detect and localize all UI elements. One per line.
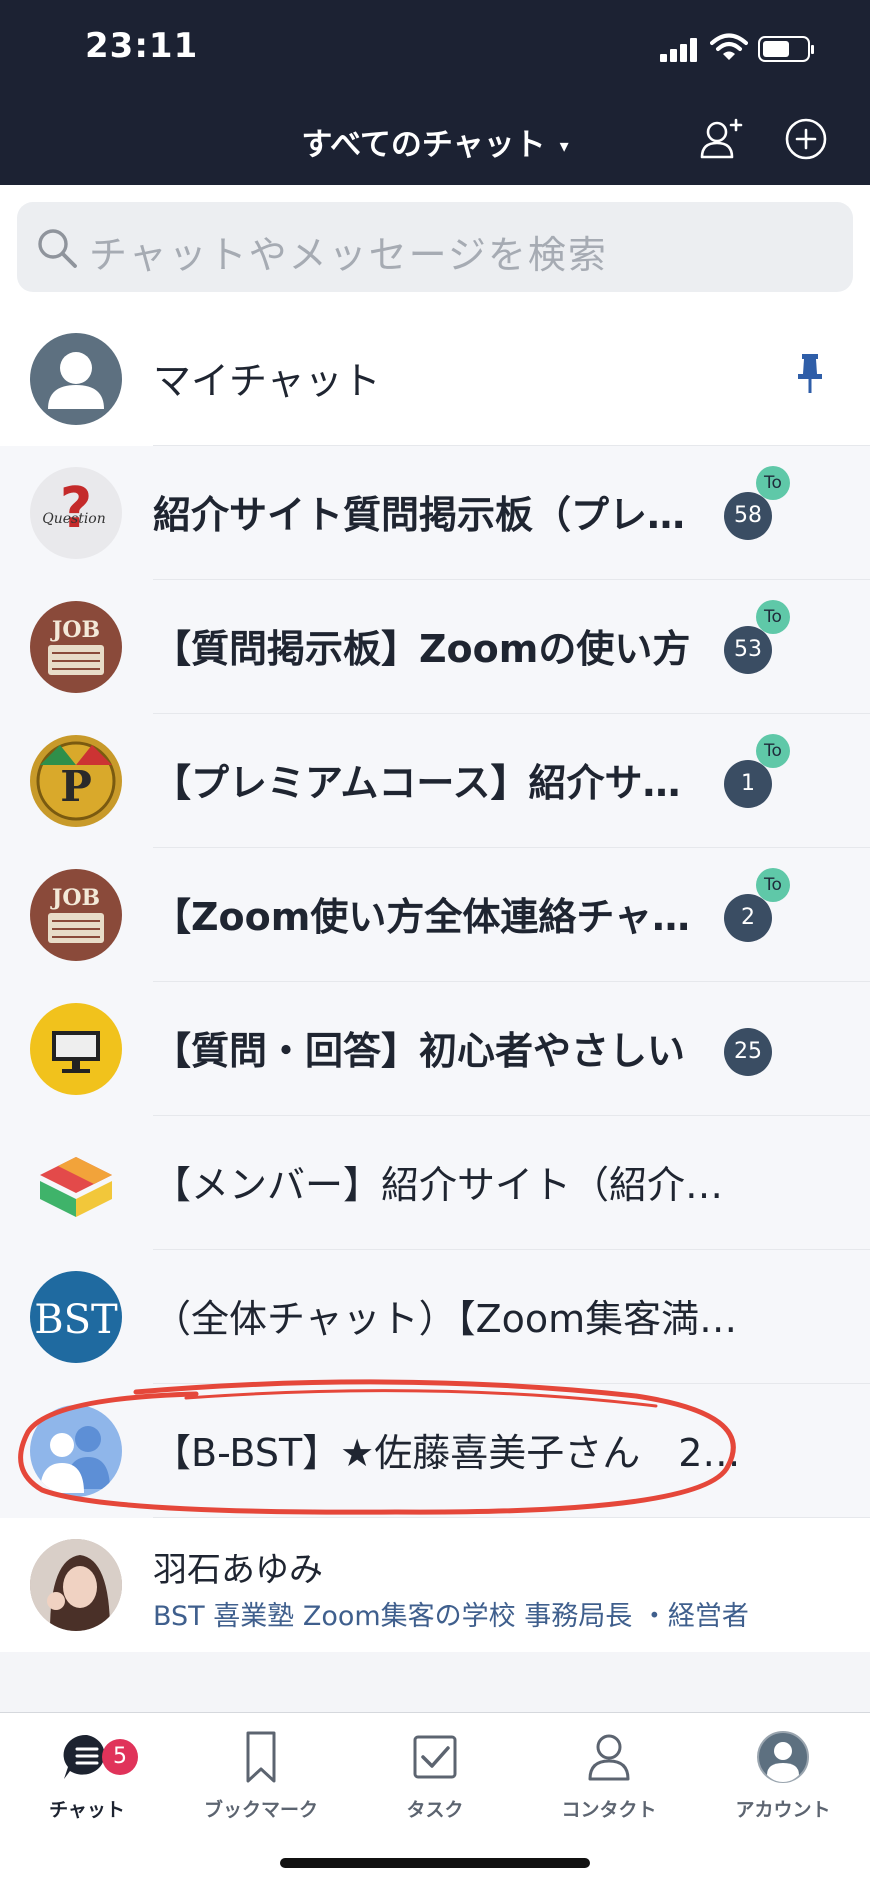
contact-icon bbox=[580, 1729, 638, 1785]
tab-label: コンタクト bbox=[561, 1799, 657, 1821]
chat-row[interactable]: BST （全体チャット）【Zoom集客満員御礼】 bbox=[0, 1250, 870, 1384]
chat-row-highlighted[interactable]: 【B-BST】★佐藤喜美子さん 24... bbox=[0, 1379, 870, 1518]
to-badge: To bbox=[756, 868, 790, 902]
avatar bbox=[30, 1539, 122, 1631]
svg-text:BST: BST bbox=[34, 1297, 118, 1343]
chat-row[interactable]: 【質問・回答】初心者やさしい 25 bbox=[0, 982, 870, 1116]
clock: 23:11 bbox=[85, 26, 199, 66]
tab-account[interactable]: アカウント bbox=[696, 1729, 870, 1822]
chat-name: 【質問掲示板】Zoomの使い方 bbox=[153, 627, 691, 671]
svg-text:JOB: JOB bbox=[50, 617, 100, 643]
tab-chat[interactable]: チャット 5 bbox=[0, 1729, 174, 1822]
to-badge: To bbox=[756, 734, 790, 768]
chat-row-my-chat[interactable]: マイチャット bbox=[0, 312, 870, 446]
tab-bookmark[interactable]: ブックマーク bbox=[174, 1729, 348, 1822]
tab-contact[interactable]: コンタクト bbox=[522, 1729, 696, 1822]
chat-list: マイチャット ?Question 紹介サイト質問掲示板（プレミアムコース） 58… bbox=[0, 312, 870, 1652]
add-contact-icon[interactable] bbox=[697, 115, 747, 165]
wifi-icon bbox=[710, 33, 748, 60]
tab-task[interactable]: タスク bbox=[348, 1729, 522, 1822]
to-badge: To bbox=[756, 466, 790, 500]
chat-name: 羽石あゆみ bbox=[153, 1550, 323, 1590]
chat-name: 【B-BST】★佐藤喜美子さん 24... bbox=[153, 1431, 753, 1475]
svg-text:?: ? bbox=[60, 476, 92, 541]
avatar: ? Question bbox=[30, 467, 122, 559]
svg-text:Question: Question bbox=[42, 511, 106, 527]
home-indicator bbox=[280, 1858, 590, 1868]
search-area: チャットやメッセージを検索 bbox=[0, 185, 870, 313]
tab-label: チャット bbox=[49, 1799, 125, 1821]
chat-row[interactable]: JOB 【質問掲示板】Zoomの使い方 53 To bbox=[0, 580, 870, 714]
tab-label: アカウント bbox=[735, 1799, 831, 1821]
avatar bbox=[30, 1405, 122, 1497]
bookmark-icon bbox=[232, 1729, 290, 1785]
search-input[interactable]: チャットやメッセージを検索 bbox=[17, 202, 853, 292]
unread-badge: 58 bbox=[724, 492, 772, 540]
avatar: P bbox=[30, 735, 122, 827]
avatar bbox=[30, 333, 122, 425]
status-bar: 23:11 bbox=[0, 0, 870, 95]
unread-badge: 53 bbox=[724, 626, 772, 674]
chat-subtitle: BST 喜業塾 Zoom集客の学校 事務局長 ・経営者 bbox=[153, 1601, 749, 1632]
chat-name: マイチャット bbox=[153, 359, 381, 403]
avatar: BST bbox=[30, 1271, 122, 1363]
avatar bbox=[30, 1137, 122, 1229]
avatar: JOB bbox=[30, 869, 122, 961]
chat-name: 【メンバー】紹介サイト（紹介サイト） bbox=[153, 1163, 753, 1207]
chat-row[interactable]: ?Question 紹介サイト質問掲示板（プレミアムコース） 58 To bbox=[0, 446, 870, 580]
chat-row[interactable]: 【メンバー】紹介サイト（紹介サイト） bbox=[0, 1116, 870, 1250]
chat-row[interactable]: JOB 【Zoom使い方全体連絡チャット】 2 To bbox=[0, 848, 870, 982]
task-icon bbox=[406, 1729, 464, 1785]
svg-text:P: P bbox=[60, 762, 92, 811]
chat-name: 【プレミアムコース】紹介サイト bbox=[153, 761, 693, 805]
new-chat-icon[interactable] bbox=[781, 115, 831, 165]
search-icon bbox=[38, 229, 77, 268]
avatar: JOB bbox=[30, 601, 122, 693]
unread-badge: 2 bbox=[724, 894, 772, 942]
chat-name: （全体チャット）【Zoom集客満員御礼】 bbox=[153, 1297, 753, 1341]
header-title: すべてのチャット bbox=[301, 127, 546, 163]
search-placeholder: チャットやメッセージを検索 bbox=[89, 233, 608, 277]
account-icon bbox=[754, 1729, 812, 1785]
chat-name: 【Zoom使い方全体連絡チャット】 bbox=[153, 895, 693, 939]
signal-icon bbox=[660, 38, 700, 62]
to-badge: To bbox=[756, 600, 790, 634]
tab-label: ブックマーク bbox=[203, 1799, 318, 1821]
unread-badge: 1 bbox=[724, 760, 772, 808]
chat-row[interactable]: 羽石あゆみ BST 喜業塾 Zoom集客の学校 事務局長 ・経営者 bbox=[0, 1518, 870, 1652]
chevron-down-icon: ▾ bbox=[559, 136, 569, 157]
svg-text:JOB: JOB bbox=[50, 885, 100, 911]
app-header: すべてのチャット ▾ bbox=[0, 95, 870, 185]
tab-badge: 5 bbox=[102, 1739, 138, 1775]
chat-row[interactable]: P 【プレミアムコース】紹介サイト 1 To bbox=[0, 714, 870, 848]
unread-badge: 25 bbox=[724, 1028, 772, 1076]
chat-name: 紹介サイト質問掲示板（プレミアムコース） bbox=[153, 493, 693, 537]
avatar bbox=[30, 1003, 122, 1095]
chat-name: 【質問・回答】初心者やさしい bbox=[153, 1029, 686, 1073]
pin-icon bbox=[798, 354, 822, 393]
battery-icon bbox=[758, 36, 814, 62]
tab-label: タスク bbox=[406, 1799, 464, 1821]
